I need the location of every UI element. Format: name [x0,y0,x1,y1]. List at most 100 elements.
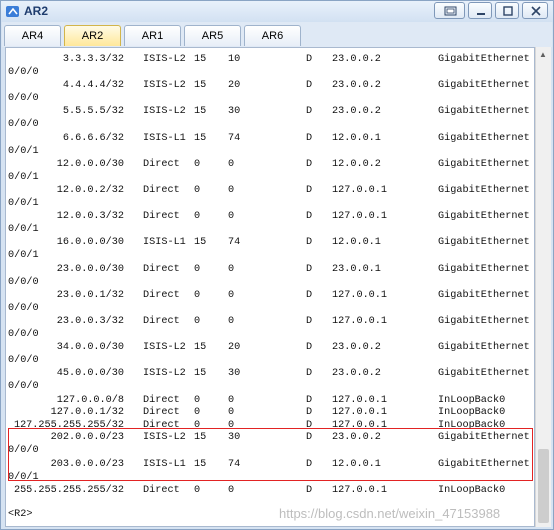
route-nexthop: 23.0.0.2 [332,106,381,118]
tab-ar4[interactable]: AR4 [4,25,61,46]
route-cost: 20 [228,342,241,354]
device-tab-bar: AR4 AR2 AR1 AR5 AR6 [2,22,552,47]
tab-ar2[interactable]: AR2 [64,25,121,46]
route-proto: Direct [143,158,180,170]
route-row: 3.3.3.3/32 ISIS-L2 15 10 D 23.0.0.2 GigabitEth… [8,53,530,66]
tab-ar1[interactable]: AR1 [124,25,181,46]
route-proto: ISIS-L2 [143,80,186,92]
route-proto: Direct [143,289,180,301]
terminal-output[interactable]: 3.3.3.3/32 ISIS-L2 15 10 D 23.0.0.2 GigabitEth… [5,47,535,527]
route-flags: D [306,484,313,496]
close-button[interactable] [522,2,548,19]
route-proto: Direct [143,185,180,196]
route-pre: 0 [194,394,201,406]
route-interface-cont: 0/0/0 [8,355,39,367]
route-dest: 23.0.0.0/30 [56,263,124,275]
tab-ar6[interactable]: AR6 [244,25,301,46]
route-cost: 0 [228,211,235,223]
route-nexthop: 12.0.0.2 [332,158,381,170]
route-iface: GigabitEthernet [438,80,530,92]
route-interface-cont: 0/0/1 [8,224,39,236]
route-nexthop: 23.0.0.2 [332,368,381,380]
minimize-button[interactable] [468,2,492,19]
route-dest: 12.0.0.0/30 [56,158,124,170]
route-flags: D [306,132,313,144]
route-iface: GigabitEthernet [438,132,530,144]
route-flags: D [306,368,313,380]
route-cost: 0 [228,289,235,301]
route-interface-cont: 0/0/0 [8,381,39,393]
route-flags: D [306,342,313,354]
route-nexthop: 127.0.0.1 [332,211,388,223]
route-nexthop: 127.0.0.1 [332,316,388,327]
route-iface: GigabitEthernet [438,54,530,65]
route-cost: 74 [228,237,241,249]
highlight-box [8,428,533,481]
route-flags: D [306,211,313,223]
route-row: 127.0.0.1/32 Direct 0 0 D 127.0.0.1 InLoopBack… [8,406,528,419]
window-restore-icon [444,6,457,16]
maximize-icon [503,6,513,16]
route-interface-cont: 0/0/0 [8,302,39,314]
route-flags: D [306,54,313,65]
tab-ar5[interactable]: AR5 [184,25,241,46]
route-nexthop: 23.0.0.2 [332,80,381,92]
route-dest: 23.0.0.3/32 [56,316,124,327]
route-nexthop: 12.0.0.1 [332,132,381,144]
route-row: 12.0.0.2/32 Direct 0 0 D 127.0.0.1 GigabitEthe… [8,184,530,197]
route-proto: Direct [143,407,180,419]
route-iface: InLoopBack0 [438,394,506,406]
close-icon [531,6,541,16]
route-cost: 20 [228,80,241,92]
route-proto: Direct [143,484,180,496]
route-interface-cont: 0/0/1 [8,171,39,183]
route-flags: D [306,407,313,419]
restore-button[interactable] [434,2,465,19]
route-row: 23.0.0.0/30 Direct 0 0 D 23.0.0.1 GigabitEther… [8,263,530,276]
route-interface-cont: 0/0/0 [8,276,39,288]
route-flags: D [306,185,313,196]
route-iface: InLoopBack0 [438,484,506,496]
route-dest: 127.0.0.1/32 [50,407,124,419]
route-dest: 255.255.255.255/32 [13,484,124,496]
route-interface-cont: 0/0/1 [8,198,39,209]
route-nexthop: 127.0.0.1 [332,394,388,406]
title-bar[interactable]: AR2 [1,1,553,22]
route-dest: 23.0.0.1/32 [56,289,124,301]
route-iface: GigabitEthernet [438,106,530,118]
route-iface: GigabitEthernet [438,263,530,275]
route-row: 34.0.0.0/30 ISIS-L2 15 20 D 23.0.0.2 GigabitEt… [8,341,530,354]
scroll-up-icon[interactable]: ▲ [539,50,547,59]
route-iface: InLoopBack0 [438,407,506,419]
route-pre: 0 [194,158,201,170]
scroll-thumb[interactable] [538,449,549,523]
route-cost: 30 [228,106,241,118]
route-row: 4.4.4.4/32 ISIS-L2 15 20 D 23.0.0.2 GigabitEth… [8,79,530,92]
route-flags: D [306,289,313,301]
route-iface: GigabitEthernet [438,185,530,196]
route-proto: Direct [143,316,180,327]
vertical-scrollbar[interactable]: ▲ [535,47,551,527]
route-cost: 0 [228,158,235,170]
route-pre: 0 [194,289,201,301]
route-dest: 5.5.5.5/32 [62,106,124,118]
route-iface: GigabitEthernet [438,237,530,249]
route-pre: 15 [194,80,207,92]
route-nexthop: 12.0.0.1 [332,237,381,249]
route-interface-cont: 0/0/0 [8,93,39,105]
watermark: https://blog.csdn.net/weixin_47153988 [279,506,501,521]
route-nexthop: 127.0.0.1 [332,185,388,196]
route-dest: 6.6.6.6/32 [62,132,124,144]
route-pre: 0 [194,211,201,223]
route-row: 127.0.0.0/8 Direct 0 0 D 127.0.0.1 InLoopBack0 [8,394,528,407]
route-iface: GigabitEthernet [438,368,530,380]
route-cost: 0 [228,394,235,406]
route-proto: ISIS-L1 [143,132,186,144]
maximize-button[interactable] [495,2,519,19]
route-flags: D [306,263,313,275]
route-interface-cont: 0/0/0 [8,119,39,131]
route-pre: 15 [194,106,207,118]
route-dest: 12.0.0.2/32 [56,185,124,196]
route-dest: 45.0.0.0/30 [56,368,124,380]
route-flags: D [306,237,313,249]
